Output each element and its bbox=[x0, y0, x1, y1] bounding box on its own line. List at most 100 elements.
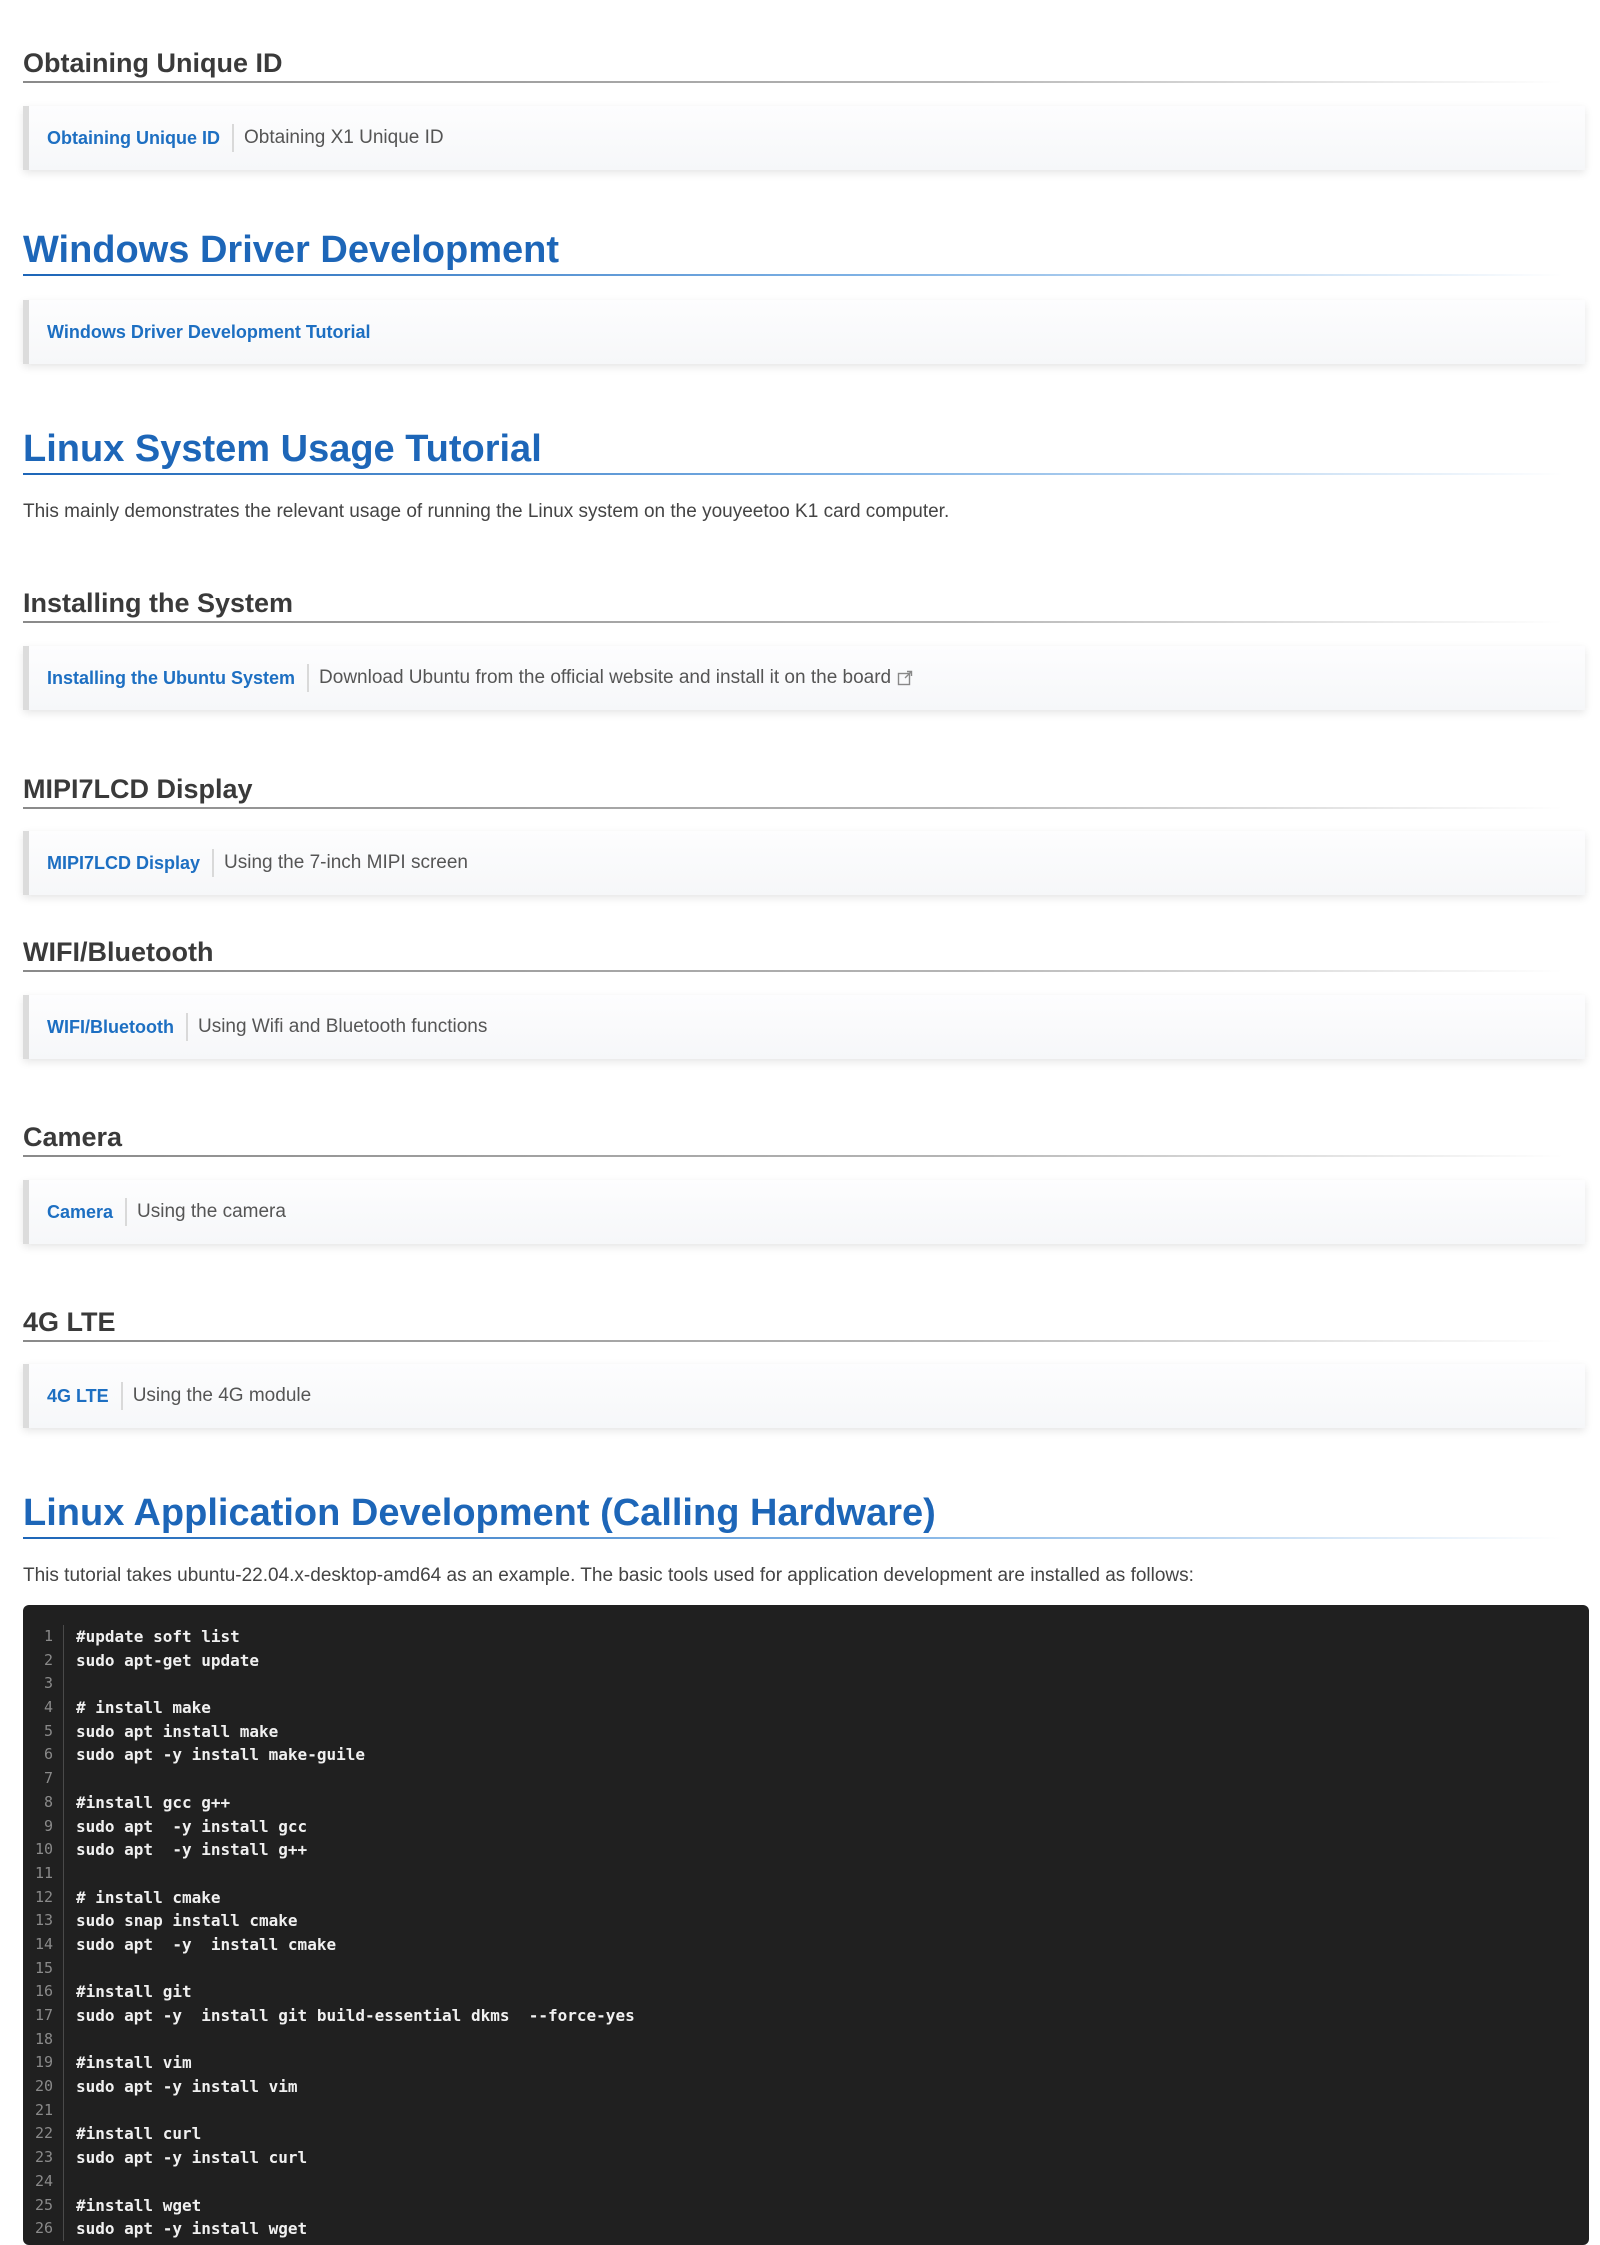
code-line: 15 bbox=[23, 1956, 1589, 1981]
code-line: 24 bbox=[23, 2169, 1589, 2194]
line-number: 14 bbox=[23, 1932, 64, 1957]
code-line: 18 bbox=[23, 2027, 1589, 2052]
card-description: Using the 4G module bbox=[132, 1385, 312, 1406]
line-code: #install git bbox=[76, 1982, 192, 2002]
line-number: 25 bbox=[23, 2193, 64, 2218]
heading-linux-system-usage: Linux System Usage Tutorial bbox=[23, 428, 1563, 475]
line-code: sudo apt -y install wget bbox=[76, 2219, 308, 2239]
card-description: Using the camera bbox=[137, 1201, 286, 1222]
linux-usage-intro: This mainly demonstrates the relevant us… bbox=[23, 501, 950, 522]
line-number: 11 bbox=[23, 1861, 64, 1886]
card-description: Obtaining X1 Unique ID bbox=[244, 127, 444, 148]
line-code: sudo apt -y install vim bbox=[76, 2077, 298, 2097]
line-code: #update soft list bbox=[76, 1627, 240, 1646]
heading-obtaining-unique-id: Obtaining Unique ID bbox=[23, 48, 1563, 83]
install-desc-text: Download Ubuntu from the official websit… bbox=[319, 667, 892, 688]
line-code: sudo apt -y install git build-essential … bbox=[76, 2006, 635, 2025]
heading-linux-app-development: Linux Application Development (Calling H… bbox=[23, 1492, 1563, 1539]
line-code: sudo apt -y install make-guile bbox=[76, 1745, 365, 1765]
code-line: 9 sudo apt -y install gcc bbox=[23, 1814, 1589, 1839]
link-4g-lte[interactable]: 4G LTE bbox=[47, 1382, 123, 1410]
link-obtaining-unique-id[interactable]: Obtaining Unique ID bbox=[47, 124, 234, 152]
code-line: 23 sudo apt -y install curl bbox=[23, 2146, 1589, 2170]
code-line: 2 sudo apt-get update bbox=[23, 1648, 1589, 1673]
line-number: 12 bbox=[23, 1885, 64, 1910]
code-line: 14 sudo apt -y install cmake bbox=[23, 1932, 1589, 1957]
code-line: 13 sudo snap install cmake bbox=[23, 1909, 1589, 1933]
line-code: sudo apt -y install gcc bbox=[76, 1816, 308, 1836]
card-description: Download Ubuntu from the official websit… bbox=[309, 667, 913, 689]
line-code: sudo apt install make bbox=[76, 1721, 279, 1741]
link-installing-ubuntu[interactable]: Installing the Ubuntu System bbox=[47, 664, 310, 692]
line-code: # install cmake bbox=[76, 1887, 221, 1907]
line-code: sudo apt -y install cmake bbox=[76, 1934, 337, 1954]
code-line: 3 bbox=[23, 1672, 1589, 1697]
code-line: 17 sudo apt -y install git build-essentia… bbox=[23, 2004, 1589, 2028]
code-line: 4 # install make bbox=[23, 1696, 1589, 1720]
line-number: 9 bbox=[23, 1814, 64, 1839]
line-code: sudo apt-get update bbox=[76, 1650, 260, 1670]
line-number: 2 bbox=[23, 1648, 64, 1673]
line-code: sudo apt -y install curl bbox=[76, 2148, 308, 2168]
heading-mipi-display: MIPI7LCD Display bbox=[23, 774, 1563, 809]
link-windows-driver-tutorial[interactable]: Windows Driver Development Tutorial bbox=[47, 318, 383, 346]
line-number: 21 bbox=[23, 2098, 64, 2123]
line-number: 8 bbox=[23, 1790, 64, 1815]
card-windows-driver: Windows Driver Development Tutorial bbox=[23, 300, 1585, 364]
card-camera: Camera Using the camera bbox=[23, 1180, 1585, 1244]
line-number: 19 bbox=[23, 2051, 64, 2076]
line-code: #install vim bbox=[76, 2053, 192, 2073]
link-camera[interactable]: Camera bbox=[47, 1198, 128, 1226]
link-mipi-display[interactable]: MIPI7LCD Display bbox=[47, 849, 215, 877]
line-number: 20 bbox=[23, 2075, 64, 2099]
line-number: 13 bbox=[23, 1909, 64, 1933]
line-code: # install make bbox=[76, 1698, 211, 1718]
line-number: 18 bbox=[23, 2027, 64, 2052]
code-line: 1 #update soft list bbox=[23, 1625, 1589, 1649]
app-dev-intro: This tutorial takes ubuntu-22.04.x-deskt… bbox=[23, 1565, 1194, 1586]
line-number: 4 bbox=[23, 1696, 64, 1720]
line-number: 16 bbox=[23, 1980, 64, 2004]
heading-camera: Camera bbox=[23, 1122, 1563, 1157]
line-code: #install gcc g++ bbox=[76, 1792, 231, 1812]
code-line: 10 sudo apt -y install g++ bbox=[23, 1838, 1589, 1862]
line-number: 6 bbox=[23, 1743, 64, 1768]
card-description: Using the 7-inch MIPI screen bbox=[224, 852, 468, 873]
external-link-icon[interactable] bbox=[897, 670, 913, 686]
code-line: 8 #install gcc g++ bbox=[23, 1790, 1589, 1815]
line-number: 7 bbox=[23, 1767, 64, 1791]
heading-4g-lte: 4G LTE bbox=[23, 1307, 1563, 1342]
code-line: 25 #install wget bbox=[23, 2193, 1589, 2218]
code-line: 11 bbox=[23, 1861, 1589, 1886]
card-4g-lte: 4G LTE Using the 4G module bbox=[23, 1364, 1585, 1428]
line-number: 22 bbox=[23, 2122, 64, 2147]
code-line: 21 bbox=[23, 2098, 1589, 2123]
line-number: 10 bbox=[23, 1838, 64, 1862]
heading-installing-system: Installing the System bbox=[23, 588, 1563, 623]
code-line: 7 bbox=[23, 1767, 1589, 1791]
heading-windows-driver-development: Windows Driver Development bbox=[23, 229, 1563, 276]
code-block[interactable]: 1 #update soft list 2 sudo apt-get update 3 4… bbox=[23, 1605, 1589, 2245]
line-number: 24 bbox=[23, 2169, 64, 2194]
code-line: 12 # install cmake bbox=[23, 1885, 1589, 1910]
line-number: 15 bbox=[23, 1956, 64, 1981]
card-obtaining-unique-id: Obtaining Unique ID Obtaining X1 Unique … bbox=[23, 106, 1585, 170]
code-line: 16 #install git bbox=[23, 1980, 1589, 2004]
heading-wifi-bluetooth: WIFI/Bluetooth bbox=[23, 937, 1563, 972]
line-code: sudo snap install cmake bbox=[76, 1911, 298, 1931]
code-line: 5 sudo apt install make bbox=[23, 1719, 1589, 1744]
code-line: 26 sudo apt -y install wget bbox=[23, 2217, 1589, 2241]
line-code: sudo apt -y install g++ bbox=[76, 1840, 308, 1860]
page: Obtaining Unique ID Obtaining Unique ID … bbox=[0, 0, 1600, 2245]
line-number: 3 bbox=[23, 1672, 64, 1697]
link-wifi-bluetooth[interactable]: WIFI/Bluetooth bbox=[47, 1013, 188, 1041]
card-wifi-bluetooth: WIFI/Bluetooth Using Wifi and Bluetooth … bbox=[23, 995, 1585, 1059]
line-number: 5 bbox=[23, 1719, 64, 1744]
line-number: 26 bbox=[23, 2217, 64, 2241]
code-line: 20 sudo apt -y install vim bbox=[23, 2075, 1589, 2099]
